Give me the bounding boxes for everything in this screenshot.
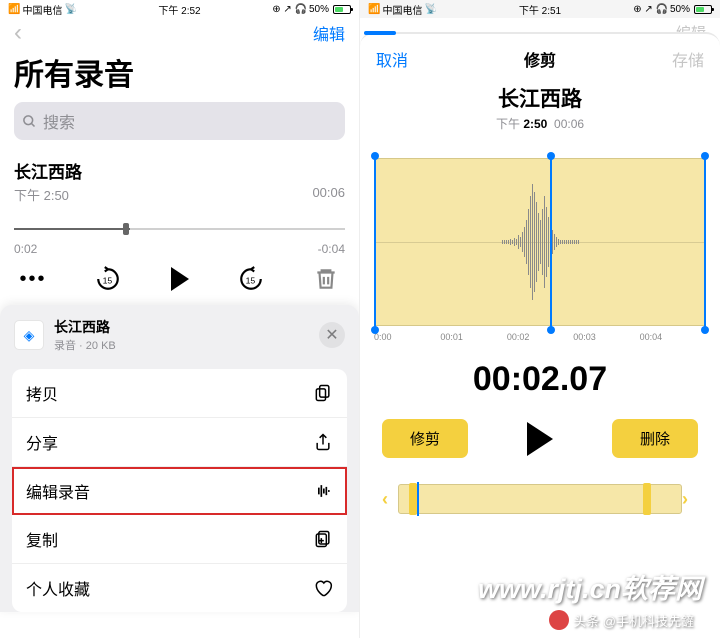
timecode: 00:02.07 <box>360 360 720 399</box>
svg-text:15: 15 <box>245 275 255 285</box>
action-duplicate[interactable]: 复制 <box>12 515 347 564</box>
mini-handle-right[interactable] <box>643 483 651 515</box>
trim-rec-subtitle: 下午 2:50 00:06 <box>360 115 720 132</box>
trim-title: 修剪 <box>524 47 556 71</box>
status-bar-right: 📶中国电信📡 下午 2:51 ⊕ ↗ 🎧50% <box>360 0 720 18</box>
watermark-url: www.rjtj.cn软荐网 <box>478 567 702 606</box>
elapsed-time: 0:02 <box>14 242 37 256</box>
sheet-title: 长江西路 <box>54 317 319 337</box>
cancel-button[interactable]: 取消 <box>376 47 408 71</box>
playhead[interactable] <box>550 154 552 332</box>
remaining-time: -0:04 <box>318 242 345 256</box>
svg-text:15: 15 <box>103 275 113 285</box>
play-button[interactable] <box>171 267 189 291</box>
recording-item[interactable]: 长江西路 下午 2:50 00:06 <box>0 148 359 204</box>
action-copy[interactable]: 拷贝 <box>12 369 347 418</box>
trash-icon[interactable] <box>313 266 339 292</box>
recording-duration: 00:06 <box>312 185 345 204</box>
skip-forward-15-icon[interactable]: 15 <box>238 266 264 292</box>
chevron-right-icon[interactable]: › <box>682 489 698 510</box>
recording-title: 长江西路 <box>14 158 345 183</box>
trim-handle-right[interactable] <box>701 154 709 332</box>
playback-scrubber[interactable] <box>14 218 345 242</box>
watermark-byline: 头条 @手机科技先鏟 <box>549 610 694 630</box>
more-icon[interactable]: ••• <box>20 266 46 292</box>
action-edit-recording[interactable]: 编辑录音 <box>12 467 347 515</box>
trim-sheet: 取消 修剪 存储 长江西路 下午 2:50 00:06 0:00 00:01 0… <box>360 32 720 638</box>
back-icon[interactable]: ‹ <box>14 19 22 47</box>
delete-button[interactable]: 删除 <box>612 419 698 458</box>
search-icon <box>22 114 37 129</box>
action-share[interactable]: 分享 <box>12 418 347 467</box>
page-title: 所有录音 <box>0 48 359 102</box>
trim-rec-title: 长江西路 <box>360 83 720 113</box>
edit-button[interactable]: 编辑 <box>313 21 345 45</box>
trim-button[interactable]: 修剪 <box>382 419 468 458</box>
search-input[interactable]: 搜索 <box>14 102 345 140</box>
sheet-subtitle: 录音 · 20 KB <box>54 337 319 353</box>
mini-waveform[interactable]: ‹ › <box>382 482 698 516</box>
chevron-left-icon[interactable]: ‹ <box>382 489 398 510</box>
battery-icon <box>694 5 712 14</box>
share-icon <box>313 432 333 452</box>
save-button[interactable]: 存储 <box>672 47 704 71</box>
avatar-icon <box>549 610 569 630</box>
skip-back-15-icon[interactable]: 15 <box>95 266 121 292</box>
play-button-large[interactable] <box>527 422 553 456</box>
mini-playhead[interactable] <box>417 482 419 516</box>
waveform-icon <box>313 481 333 501</box>
heart-icon <box>313 578 333 598</box>
share-sheet: ◈ 长江西路 录音 · 20 KB ✕ 拷贝 分享 编辑录音 复制 <box>0 305 359 612</box>
trim-handle-left[interactable] <box>371 154 379 332</box>
battery-icon <box>333 5 351 14</box>
nav-bar: ‹ 编辑 <box>0 18 359 48</box>
close-icon[interactable]: ✕ <box>319 322 345 348</box>
action-favorite[interactable]: 个人收藏 <box>12 564 347 612</box>
recording-thumb-icon: ◈ <box>14 320 44 350</box>
time-ruler: 0:00 00:01 00:02 00:03 00:04 <box>374 332 706 342</box>
waveform-editor[interactable] <box>374 158 706 326</box>
status-bar-left: 📶中国电信📡 下午 2:52 ⊕ ↗ 🎧50% <box>0 0 359 18</box>
copy-icon <box>313 383 333 403</box>
duplicate-icon <box>313 529 333 549</box>
recording-time: 下午 2:50 <box>14 185 69 204</box>
mini-handle-left[interactable] <box>409 483 417 515</box>
